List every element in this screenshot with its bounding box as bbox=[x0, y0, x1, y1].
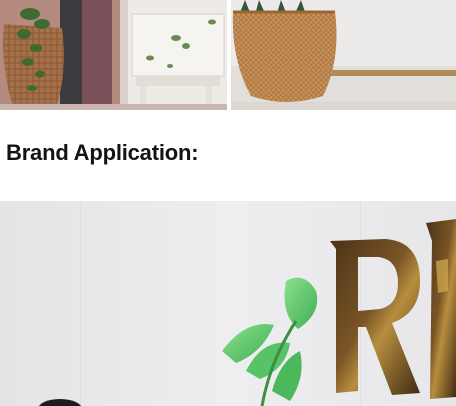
woven-basket-photo-illustration bbox=[0, 0, 227, 110]
seagrass-basket-photo bbox=[231, 0, 456, 110]
woven-basket-photo bbox=[0, 0, 227, 110]
brand-application-photo-illustration bbox=[0, 201, 456, 406]
photo-gallery-row bbox=[0, 0, 456, 110]
section-heading: Brand Application: bbox=[6, 140, 199, 165]
seagrass-basket-photo-illustration bbox=[231, 0, 456, 110]
logo-letters bbox=[330, 219, 456, 399]
brand-application-photo bbox=[0, 201, 456, 406]
